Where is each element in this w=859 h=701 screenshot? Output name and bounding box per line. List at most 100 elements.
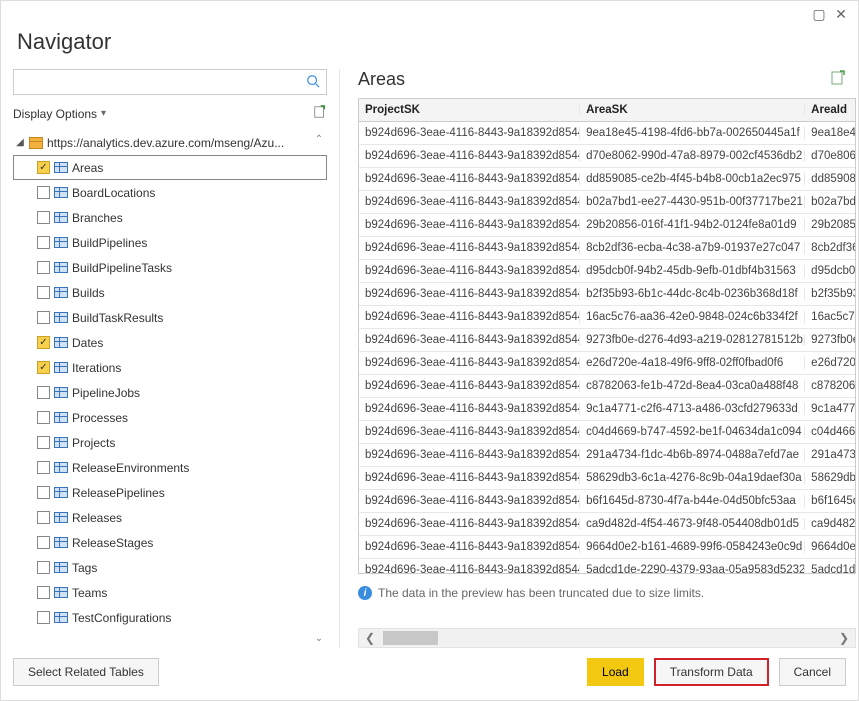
tree-item-boardlocations[interactable]: BoardLocations	[13, 180, 327, 205]
col-projectsk[interactable]: ProjectSK	[359, 104, 580, 116]
checkbox[interactable]	[37, 211, 50, 224]
tree-item-processes[interactable]: Processes	[13, 405, 327, 430]
table-row[interactable]: b924d696-3eae-4116-8443-9a18392d8544dd85…	[359, 168, 855, 191]
table-row[interactable]: b924d696-3eae-4116-8443-9a18392d8544291a…	[359, 444, 855, 467]
tree-item-projects[interactable]: Projects	[13, 430, 327, 455]
checkbox[interactable]: ✓	[37, 361, 50, 374]
transform-data-button[interactable]: Transform Data	[654, 658, 769, 686]
table-row[interactable]: b924d696-3eae-4116-8443-9a18392d8544c878…	[359, 375, 855, 398]
checkbox[interactable]: ✓	[37, 336, 50, 349]
select-related-tables-button[interactable]: Select Related Tables	[13, 658, 159, 686]
load-button[interactable]: Load	[587, 658, 644, 686]
tree-item-releasepipelines[interactable]: ReleasePipelines	[13, 480, 327, 505]
close-icon[interactable]: ✕	[834, 7, 848, 21]
table-icon	[54, 312, 68, 323]
table-row[interactable]: b924d696-3eae-4116-8443-9a18392d8544ca9d…	[359, 513, 855, 536]
cell: b924d696-3eae-4116-8443-9a18392d8544	[359, 357, 580, 369]
checkbox[interactable]: ✓	[37, 161, 50, 174]
checkbox[interactable]	[37, 186, 50, 199]
checkbox[interactable]	[37, 461, 50, 474]
checkbox[interactable]	[37, 236, 50, 249]
cell: b924d696-3eae-4116-8443-9a18392d8544	[359, 265, 580, 277]
data-grid: ProjectSK AreaSK AreaId b924d696-3eae-41…	[358, 98, 856, 574]
table-row[interactable]: b924d696-3eae-4116-8443-9a18392d8544e26d…	[359, 352, 855, 375]
tree-item-label: Processes	[72, 411, 128, 425]
cell: 9ea18e45-4198-4fd6-bb7a-002650445a1f	[580, 127, 805, 139]
display-options-dropdown[interactable]: Display Options ▾	[13, 107, 106, 121]
expander-icon[interactable]: ◢	[15, 137, 25, 148]
tree-item-releases[interactable]: Releases	[13, 505, 327, 530]
cell: 29b20856-016f-41f1-94b2-0124fe8a01d9	[580, 219, 805, 231]
tree-item-buildpipelines[interactable]: BuildPipelines	[13, 230, 327, 255]
table-row[interactable]: b924d696-3eae-4116-8443-9a18392d85445862…	[359, 467, 855, 490]
tree-item-releaseenvironments[interactable]: ReleaseEnvironments	[13, 455, 327, 480]
scroll-right-icon[interactable]: ❯	[833, 631, 855, 645]
tree-item-testconfigurations[interactable]: TestConfigurations	[13, 605, 327, 630]
table-row[interactable]: b924d696-3eae-4116-8443-9a18392d85449273…	[359, 329, 855, 352]
table-row[interactable]: b924d696-3eae-4116-8443-9a18392d8544d70e…	[359, 145, 855, 168]
tree-item-releasestages[interactable]: ReleaseStages	[13, 530, 327, 555]
table-row[interactable]: b924d696-3eae-4116-8443-9a18392d8544b6f1…	[359, 490, 855, 513]
tree-item-buildpipelinetasks[interactable]: BuildPipelineTasks	[13, 255, 327, 280]
table-row[interactable]: b924d696-3eae-4116-8443-9a18392d85449c1a…	[359, 398, 855, 421]
checkbox[interactable]	[37, 261, 50, 274]
checkbox[interactable]	[37, 311, 50, 324]
tree-item-builds[interactable]: Builds	[13, 280, 327, 305]
cell: 16ac5c76-aa36-42e0-9848-024c6b334f2f	[580, 311, 805, 323]
checkbox[interactable]	[37, 486, 50, 499]
navigator-tree-pane: Display Options ▾ ◢ https://analytics.de…	[13, 69, 327, 648]
cell: b924d696-3eae-4116-8443-9a18392d8544	[359, 403, 580, 415]
checkbox[interactable]	[37, 561, 50, 574]
checkbox[interactable]	[37, 286, 50, 299]
table-row[interactable]: b924d696-3eae-4116-8443-9a18392d8544b2f3…	[359, 283, 855, 306]
truncation-text: The data in the preview has been truncat…	[378, 586, 704, 600]
cell: 16ac5c76	[805, 311, 855, 323]
tree-item-branches[interactable]: Branches	[13, 205, 327, 230]
checkbox[interactable]	[37, 611, 50, 624]
checkbox[interactable]	[37, 386, 50, 399]
table-row[interactable]: b924d696-3eae-4116-8443-9a18392d85445adc…	[359, 559, 855, 574]
cell: 291a4734	[805, 449, 855, 461]
table-row[interactable]: b924d696-3eae-4116-8443-9a18392d8544c04d…	[359, 421, 855, 444]
checkbox[interactable]	[37, 586, 50, 599]
search-icon[interactable]	[300, 74, 326, 91]
cancel-button[interactable]: Cancel	[779, 658, 846, 686]
table-row[interactable]: b924d696-3eae-4116-8443-9a18392d8544b02a…	[359, 191, 855, 214]
cell: 9273fb0e-d276-4d93-a219-02812781512b	[580, 334, 805, 346]
tree-item-tags[interactable]: Tags	[13, 555, 327, 580]
table-row[interactable]: b924d696-3eae-4116-8443-9a18392d854416ac…	[359, 306, 855, 329]
checkbox[interactable]	[37, 536, 50, 549]
cell: b02a7bd1	[805, 196, 855, 208]
tree-root[interactable]: ◢ https://analytics.dev.azure.com/mseng/…	[13, 130, 327, 155]
tree-item-pipelinejobs[interactable]: PipelineJobs	[13, 380, 327, 405]
table-row[interactable]: b924d696-3eae-4116-8443-9a18392d854429b2…	[359, 214, 855, 237]
search-input[interactable]	[14, 75, 300, 89]
checkbox[interactable]	[37, 436, 50, 449]
tree-item-teams[interactable]: Teams	[13, 580, 327, 605]
table-row[interactable]: b924d696-3eae-4116-8443-9a18392d85449ea1…	[359, 122, 855, 145]
col-areaid[interactable]: AreaId	[805, 104, 855, 116]
tree-item-buildtaskresults[interactable]: BuildTaskResults	[13, 305, 327, 330]
table-row[interactable]: b924d696-3eae-4116-8443-9a18392d8544d95d…	[359, 260, 855, 283]
preview-options-icon[interactable]	[830, 70, 846, 89]
scroll-thumb[interactable]	[381, 629, 833, 647]
scroll-left-icon[interactable]: ❮	[359, 631, 381, 645]
col-areask[interactable]: AreaSK	[580, 104, 805, 116]
table-row[interactable]: b924d696-3eae-4116-8443-9a18392d85449664…	[359, 536, 855, 559]
scroll-down-icon[interactable]: ⌄	[315, 631, 323, 646]
cell: e26d720e-4a18-49f6-9ff8-02ff0fbad0f6	[580, 357, 805, 369]
checkbox[interactable]	[37, 511, 50, 524]
scroll-up-icon[interactable]: ⌃	[315, 132, 323, 147]
search-box[interactable]	[13, 69, 327, 95]
refresh-icon[interactable]	[313, 105, 327, 122]
scroll-track[interactable]	[311, 147, 327, 631]
tree-scrollbar[interactable]: ⌃ ⌄	[311, 132, 327, 646]
maximize-icon[interactable]: ▢	[812, 7, 826, 21]
table-row[interactable]: b924d696-3eae-4116-8443-9a18392d85448cb2…	[359, 237, 855, 260]
tree-item-dates[interactable]: ✓Dates	[13, 330, 327, 355]
tree-item-iterations[interactable]: ✓Iterations	[13, 355, 327, 380]
cell: c8782063-fe1b-472d-8ea4-03ca0a488f48	[580, 380, 805, 392]
horizontal-scrollbar[interactable]: ❮ ❯	[358, 628, 856, 648]
tree-item-areas[interactable]: ✓Areas	[13, 155, 327, 180]
checkbox[interactable]	[37, 411, 50, 424]
